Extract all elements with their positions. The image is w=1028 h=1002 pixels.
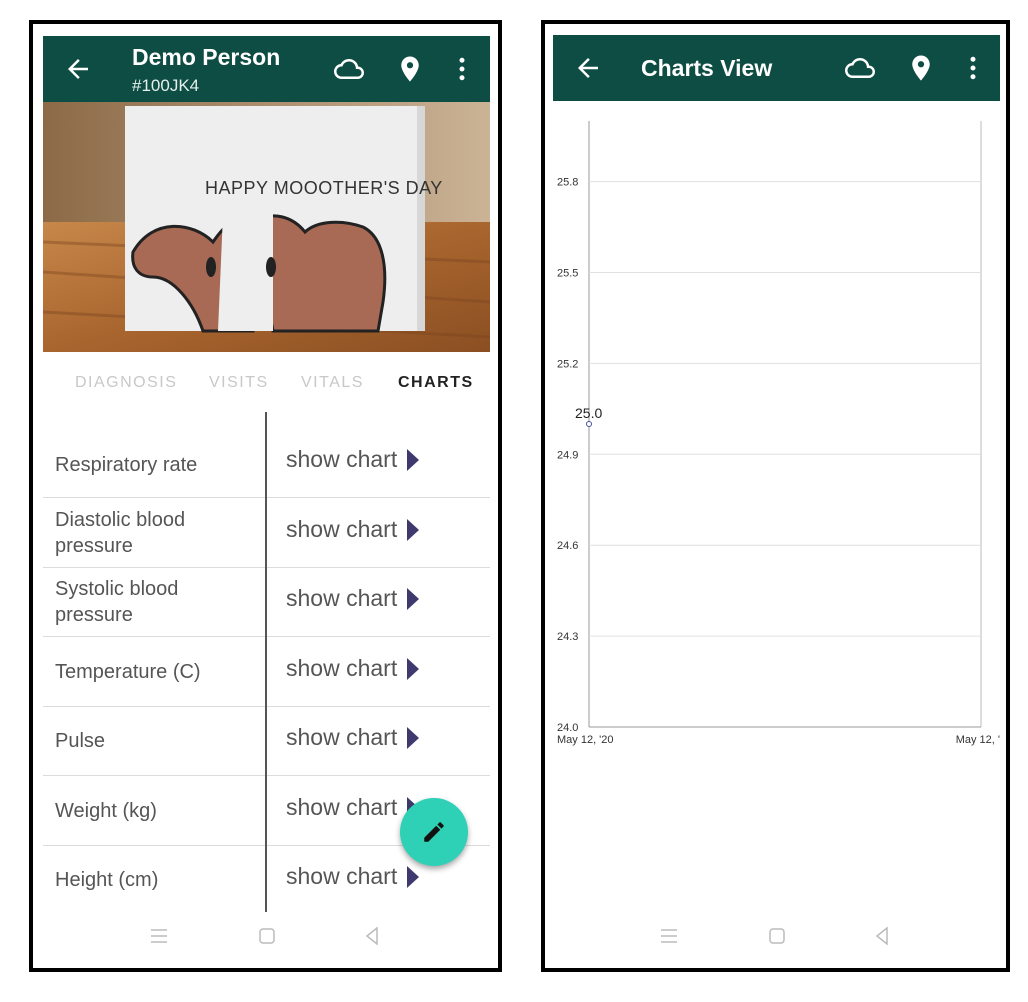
show-chart-link[interactable]: show chart — [286, 585, 420, 612]
data-label: 25.0 — [575, 405, 602, 421]
show-chart-link[interactable]: show chart — [286, 724, 420, 751]
tab-diagnosis[interactable]: DIAGNOSIS — [75, 374, 177, 392]
menu-nav-icon[interactable] — [147, 924, 171, 948]
location-pin-icon[interactable] — [906, 53, 936, 83]
play-arrow-icon — [407, 587, 420, 610]
show-chart-link[interactable]: show chart — [286, 655, 420, 682]
system-nav-bar — [43, 912, 490, 960]
play-arrow-icon — [407, 865, 420, 888]
show-chart-label: show chart — [286, 655, 398, 681]
more-options-icon[interactable] — [447, 54, 477, 84]
vital-chart: 24.0 24.3 24.6 24.9 25.2 25.5 25.8 May 12, '20 M… — [557, 121, 1000, 746]
back-nav-icon[interactable] — [360, 924, 384, 948]
vital-label: Weight (kg) — [55, 800, 157, 822]
page-title: Charts View — [641, 55, 773, 81]
column-divider — [265, 412, 267, 912]
play-arrow-icon — [407, 657, 420, 680]
tab-vitals[interactable]: VITALS — [301, 374, 364, 392]
show-chart-label: show chart — [286, 585, 398, 611]
patient-screen: Demo Person #100JK4 HAPPY MOOOTHER'S DAY… — [29, 20, 502, 972]
more-options-icon[interactable] — [958, 53, 988, 83]
y-tick-label: 24.6 — [557, 540, 578, 552]
home-nav-icon[interactable] — [255, 924, 279, 948]
show-chart-label: show chart — [286, 863, 398, 889]
patient-id: #100JK4 — [132, 76, 200, 95]
y-tick-label: 25.5 — [557, 268, 578, 280]
y-tick-label: 25.2 — [557, 358, 578, 370]
x-tick-label: May 12, '20 — [557, 734, 614, 746]
tab-charts[interactable]: CHARTS — [398, 374, 474, 392]
show-chart-link[interactable]: show chart — [286, 794, 420, 821]
cloud-icon[interactable] — [845, 53, 875, 83]
play-arrow-icon — [407, 726, 420, 749]
tab-visits[interactable]: VISITS — [209, 374, 269, 392]
show-chart-link[interactable]: show chart — [286, 863, 420, 890]
x-tick-label: May 12, ' — [956, 734, 1000, 746]
back-nav-icon[interactable] — [870, 924, 894, 948]
app-bar: Charts View — [553, 35, 1000, 101]
location-pin-icon[interactable] — [395, 54, 425, 84]
data-point — [586, 421, 592, 427]
edit-fab-button[interactable] — [400, 798, 468, 866]
back-arrow-icon[interactable] — [573, 53, 603, 83]
y-tick-label: 24.9 — [557, 449, 578, 461]
pencil-icon — [424, 822, 444, 842]
y-tick-label: 24.3 — [557, 631, 578, 643]
vital-label: Systolic blood pressure — [55, 578, 179, 626]
y-tick-label: 24.0 — [557, 722, 578, 734]
vital-label: Pulse — [55, 730, 106, 752]
show-chart-link[interactable]: show chart — [286, 446, 420, 473]
vital-label: Respiratory rate — [55, 454, 198, 476]
cloud-icon[interactable] — [334, 54, 364, 84]
home-nav-icon[interactable] — [765, 924, 789, 948]
vital-label: Diastolic blood pressure — [55, 509, 186, 557]
show-chart-label: show chart — [286, 516, 398, 542]
back-arrow-icon[interactable] — [63, 54, 93, 84]
show-chart-link[interactable]: show chart — [286, 516, 420, 543]
app-bar: Demo Person #100JK4 — [43, 36, 490, 102]
menu-nav-icon[interactable] — [657, 924, 681, 948]
show-chart-label: show chart — [286, 724, 398, 750]
card-greeting: HAPPY MOOOTHER'S DAY — [205, 178, 443, 198]
tab-bar: DIAGNOSIS VISITS VITALS CHARTS — [43, 352, 490, 412]
patient-screen-content: Demo Person #100JK4 HAPPY MOOOTHER'S DAY… — [43, 36, 490, 960]
show-chart-label: show chart — [286, 794, 398, 820]
vital-label: Temperature (C) — [55, 661, 201, 683]
play-arrow-icon — [407, 518, 420, 541]
play-arrow-icon — [407, 448, 420, 471]
vital-label: Height (cm) — [55, 869, 159, 891]
show-chart-label: show chart — [286, 446, 398, 472]
charts-screen-content: Charts View 24.0 24.3 24.6 24.9 25.2 25.5 25.8… — [553, 35, 1000, 960]
y-tick-label: 25.8 — [557, 177, 578, 189]
patient-name: Demo Person — [132, 44, 281, 70]
charts-screen: Charts View 24.0 24.3 24.6 24.9 25.2 25.5 25.8… — [541, 20, 1010, 972]
patient-photo: HAPPY MOOOTHER'S DAY — [43, 102, 490, 352]
system-nav-bar — [553, 912, 1000, 960]
